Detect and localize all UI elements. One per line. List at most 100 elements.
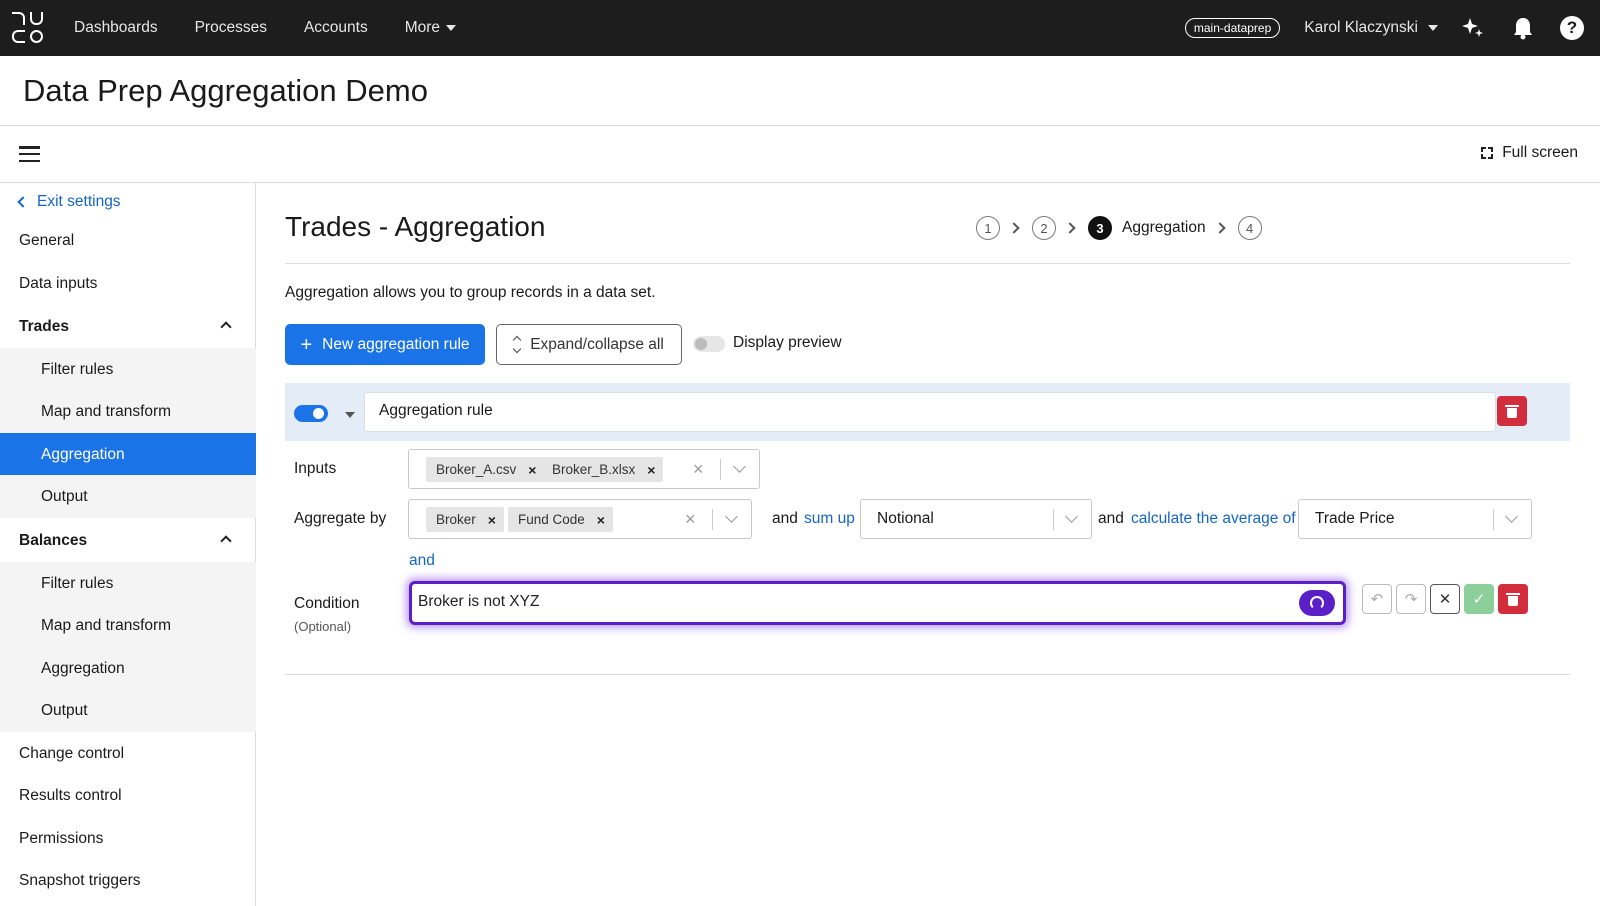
average-field-select[interactable]: Trade Price [1298, 499, 1532, 539]
aggregate-by-label: Aggregate by [294, 510, 387, 527]
sum-field-value: Notional [877, 510, 934, 527]
sidebar-item-balances-map-transform[interactable]: Map and transform [0, 604, 256, 647]
sidebar-item-results-control[interactable]: Results control [0, 774, 256, 817]
main-content: Trades - Aggregation 1 2 3 Aggregation 4… [256, 183, 1600, 906]
cancel-icon[interactable]: ✕ [1430, 584, 1460, 614]
loading-spinner-icon [1310, 596, 1324, 610]
expand-collapse-icon [512, 335, 522, 354]
inputs-multiselect[interactable]: Broker_A.csv × Broker_B.xlsx × × [408, 449, 760, 489]
sidebar-item-balances-filter-rules[interactable]: Filter rules [0, 562, 256, 605]
delete-rule-button[interactable] [1497, 396, 1527, 426]
nav-accounts[interactable]: Accounts [304, 19, 368, 37]
accept-check-icon[interactable]: ✓ [1464, 584, 1494, 614]
add-and-link[interactable]: and [409, 552, 435, 570]
caret-down-icon[interactable] [345, 412, 355, 418]
remove-chip-icon[interactable]: × [647, 462, 655, 478]
chevron-down-icon[interactable] [1505, 510, 1518, 523]
rule-enabled-toggle[interactable] [294, 405, 328, 422]
sidebar-item-trades-filter-rules[interactable]: Filter rules [0, 348, 256, 391]
separator [1053, 509, 1054, 530]
toolbar: Full screen [0, 126, 1600, 183]
nav-more-menu[interactable]: More [404, 19, 457, 37]
remove-chip-icon[interactable]: × [597, 512, 605, 528]
user-menu[interactable]: Karol Klaczynski [1304, 19, 1438, 37]
sparkle-icon[interactable] [1460, 15, 1486, 41]
condition-label: Condition [294, 595, 360, 612]
sidebar-item-balances-aggregation[interactable]: Aggregation [0, 647, 256, 690]
redo-icon[interactable]: ↷ [1396, 584, 1426, 614]
average-field-value: Trade Price [1315, 510, 1395, 527]
aggregate-by-multiselect[interactable]: Broker × Fund Code × × [408, 499, 752, 539]
page-title: Data Prep Aggregation Demo [23, 73, 428, 108]
top-navigation-bar: Dashboards Processes Accounts More main-… [0, 0, 1600, 56]
step-indicator: 1 2 3 Aggregation 4 [976, 216, 1262, 240]
chevron-up-icon [220, 535, 232, 547]
step-3-current[interactable]: 3 [1088, 216, 1112, 240]
separator [712, 509, 713, 530]
nav-processes[interactable]: Processes [195, 19, 267, 37]
sidebar-group-balances[interactable]: Balances [0, 519, 256, 562]
sum-up-link[interactable]: sum up [804, 510, 855, 528]
clear-icon[interactable]: × [693, 459, 704, 480]
sidebar-item-change-control[interactable]: Change control [0, 732, 256, 775]
chevron-right-icon [1008, 222, 1020, 234]
delete-condition-button[interactable] [1498, 584, 1528, 614]
expand-collapse-all-button[interactable]: Expand/collapse all [496, 324, 682, 365]
bell-icon[interactable] [1510, 15, 1536, 41]
step-4[interactable]: 4 [1237, 216, 1262, 240]
separator [720, 459, 721, 480]
help-icon[interactable]: ? [1560, 16, 1584, 40]
chevron-down-icon[interactable] [733, 460, 746, 473]
page-header: Data Prep Aggregation Demo [0, 56, 1600, 126]
clear-icon[interactable]: × [685, 509, 696, 530]
environment-badge[interactable]: main-dataprep [1184, 18, 1281, 38]
rule-name-input[interactable]: Aggregation rule [364, 392, 1496, 432]
sidebar-item-permissions[interactable]: Permissions [0, 817, 256, 860]
step-1[interactable]: 1 [976, 216, 1000, 240]
exit-settings-link[interactable]: Exit settings [17, 193, 121, 211]
remove-chip-icon[interactable]: × [488, 512, 496, 528]
chevron-down-icon[interactable] [725, 510, 738, 523]
sidebar-item-trades-output[interactable]: Output [0, 475, 256, 518]
nav-dashboards[interactable]: Dashboards [74, 19, 158, 37]
aggregate-chip: Broker × [426, 507, 504, 532]
aggregate-chip: Fund Code × [508, 507, 613, 532]
plus-icon: + [300, 333, 313, 356]
fullscreen-button[interactable]: Full screen [1481, 144, 1578, 162]
duco-logo[interactable] [12, 12, 44, 44]
chip-label: Broker_B.xlsx [552, 462, 636, 477]
sidebar-item-general[interactable]: General [0, 219, 256, 262]
input-chip: Broker_A.csv × [426, 457, 545, 482]
divider [285, 674, 1570, 675]
new-aggregation-rule-button[interactable]: + New aggregation rule [285, 324, 485, 365]
user-name: Karol Klaczynski [1304, 19, 1418, 36]
chevron-left-icon [17, 196, 29, 208]
remove-chip-icon[interactable]: × [528, 462, 536, 478]
sidebar-item-data-inputs[interactable]: Data inputs [0, 262, 256, 305]
nav-more-label: More [404, 19, 441, 36]
undo-icon[interactable]: ↶ [1362, 584, 1392, 614]
trash-icon [1505, 404, 1519, 418]
chevron-right-icon [1213, 222, 1226, 234]
sidebar-group-trades[interactable]: Trades [0, 305, 256, 348]
sidebar-item-trades-map-transform[interactable]: Map and transform [0, 390, 256, 433]
calculate-average-link[interactable]: calculate the average of [1131, 510, 1296, 528]
condition-input[interactable]: Broker is not XYZ [409, 581, 1346, 625]
step-2[interactable]: 2 [1032, 216, 1056, 240]
sidebar-item-snapshot-triggers[interactable]: Snapshot triggers [0, 859, 256, 902]
display-preview-toggle[interactable] [693, 336, 725, 352]
sum-field-select[interactable]: Notional [860, 499, 1092, 539]
sidebar-group-label: Balances [19, 531, 88, 549]
chevron-down-icon[interactable] [1065, 510, 1078, 523]
new-rule-label: New aggregation rule [322, 335, 470, 353]
inputs-label: Inputs [294, 460, 337, 477]
hamburger-menu-icon[interactable] [19, 146, 40, 163]
display-preview-label: Display preview [733, 334, 842, 351]
fullscreen-icon [1481, 147, 1494, 159]
ai-generate-button[interactable] [1299, 590, 1335, 616]
trash-icon [1506, 592, 1520, 606]
condition-value: Broker is not XYZ [418, 593, 540, 610]
sidebar-item-trades-aggregation[interactable]: Aggregation [0, 433, 256, 476]
sidebar-group-label: Trades [19, 317, 69, 335]
sidebar-item-balances-output[interactable]: Output [0, 689, 256, 732]
